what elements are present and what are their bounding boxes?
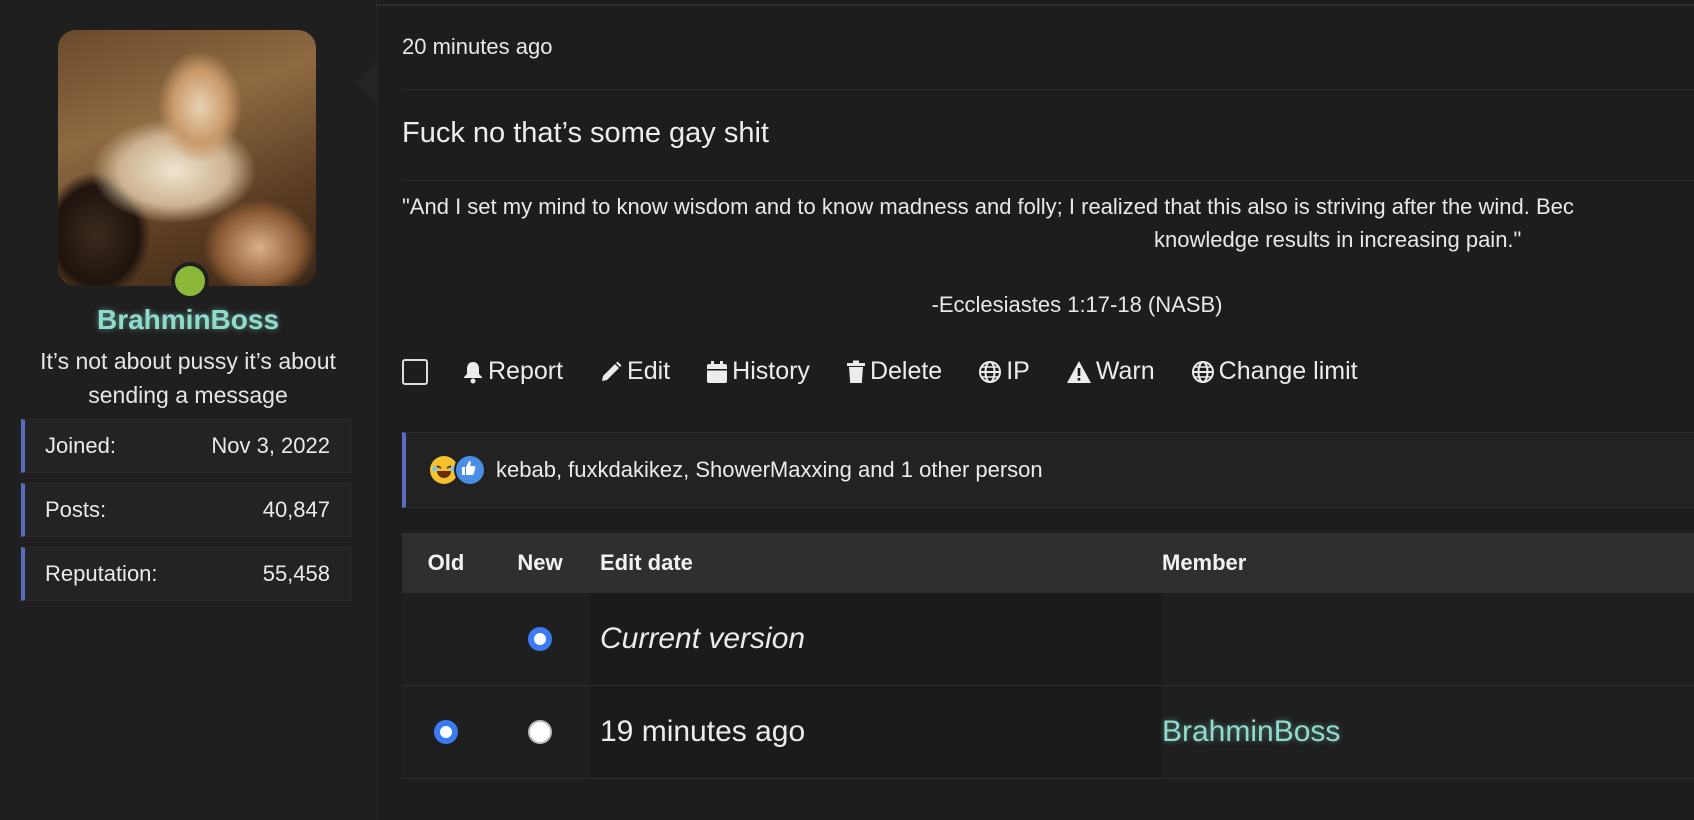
history-button[interactable]: History [706, 357, 810, 386]
online-status-indicator [171, 262, 209, 300]
calendar-icon [707, 360, 728, 383]
select-post-checkbox[interactable] [402, 358, 428, 385]
stat-value: 40,847 [262, 497, 330, 522]
header-new: New [517, 550, 563, 575]
table-header: Old New Edit date Member [402, 533, 1694, 593]
edit-date-cell: 19 minutes ago [590, 686, 1162, 778]
member-link[interactable]: BrahminBoss [1162, 715, 1340, 748]
globe-icon [979, 360, 1002, 383]
stat-posts: Posts: 40,847 [21, 483, 351, 537]
edit-button[interactable]: Edit [599, 357, 670, 386]
edit-date-cell: Current version [590, 593, 1162, 685]
reactions-text[interactable]: kebab, fuxkdakikez, ShowerMaxxing and 1 … [496, 457, 1043, 483]
report-label: Report [488, 357, 564, 385]
new-radio[interactable] [528, 627, 552, 651]
divider [402, 89, 1694, 90]
warning-icon [1066, 360, 1091, 383]
bell-icon [464, 361, 482, 383]
stat-joined: Joined: Nov 3, 2022 [21, 419, 351, 473]
edit-label: Edit [627, 357, 671, 385]
new-cell [490, 720, 590, 744]
post-pointer-arrow [356, 58, 378, 106]
history-label: History [732, 357, 810, 385]
table-row: Current version [402, 593, 1694, 686]
post-date[interactable]: 20 minutes ago [402, 34, 552, 60]
user-sidebar: BrahminBoss It’s not about pussy it’s ab… [0, 0, 377, 820]
current-version-label: Current version [600, 622, 806, 655]
pencil-icon [602, 361, 622, 381]
top-divider [376, 4, 1694, 6]
header-old: Old [427, 550, 465, 575]
new-cell [490, 627, 590, 651]
table-row: 19 minutes ago BrahminBoss [402, 686, 1694, 779]
change-limit-button[interactable]: Change limit [1191, 357, 1358, 386]
ip-button[interactable]: IP [978, 357, 1030, 386]
header-edit-date: Edit date [600, 550, 693, 575]
signature-divider [402, 180, 1694, 181]
avatar-wrap [58, 30, 316, 300]
old-radio[interactable] [434, 720, 458, 744]
member-cell: BrahminBoss [1162, 715, 1694, 749]
stat-value: Nov 3, 2022 [211, 433, 330, 458]
old-cell [402, 720, 490, 744]
delete-label: Delete [869, 357, 943, 385]
post-action-bar: Report Edit History Delete IP Warn Chang… [402, 357, 1394, 386]
user-title: It’s not about pussy it’s about sending … [40, 348, 336, 408]
stat-value: 55,458 [262, 561, 330, 586]
username[interactable]: BrahminBoss [0, 304, 376, 336]
edit-history-table: Old New Edit date Member Current version… [402, 533, 1694, 779]
signature-line-1: "And I set my mind to know wisdom and to… [402, 194, 1574, 219]
change-limit-label: Change limit [1218, 357, 1358, 385]
globe-icon [1191, 360, 1214, 383]
header-member: Member [1162, 550, 1247, 575]
signature-reference: -Ecclesiastes 1:17-18 (NASB) [931, 292, 1223, 317]
report-button[interactable]: Report [462, 357, 563, 386]
warn-label: Warn [1095, 357, 1155, 385]
warn-button[interactable]: Warn [1066, 357, 1155, 386]
reactions-bar[interactable]: kebab, fuxkdakikez, ShowerMaxxing and 1 … [402, 432, 1694, 508]
stat-label: Posts: [45, 497, 107, 522]
post-body: Fuck no that’s some gay shit [402, 117, 769, 149]
avatar[interactable] [58, 30, 316, 286]
delete-button[interactable]: Delete [846, 357, 942, 386]
ip-label: IP [1006, 357, 1030, 385]
edit-date[interactable]: 19 minutes ago [600, 715, 805, 749]
signature: "And I set my mind to know wisdom and to… [402, 190, 1694, 256]
new-radio[interactable] [528, 720, 552, 744]
signature-line-2: knowledge results in increasing pain." [1154, 227, 1522, 252]
stat-reputation: Reputation: 55,458 [21, 547, 351, 601]
like-emoji-icon [454, 454, 486, 486]
stat-label: Joined: [45, 433, 116, 458]
stat-label: Reputation: [45, 561, 158, 586]
trash-icon [846, 360, 865, 383]
